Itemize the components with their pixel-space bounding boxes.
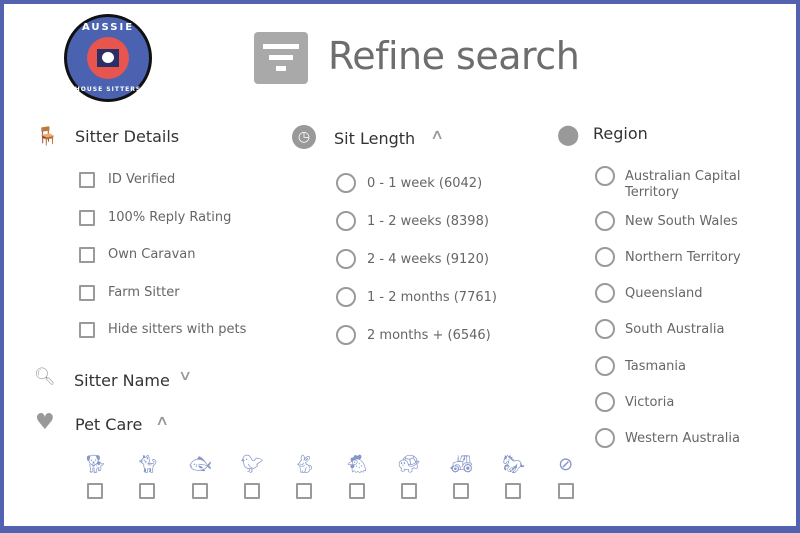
pet-reptile-checkbox[interactable] bbox=[400, 483, 417, 499]
region-radio[interactable] bbox=[595, 392, 615, 412]
reptile-icon: 🐢︎ bbox=[397, 454, 421, 475]
checkbox[interactable] bbox=[79, 247, 95, 263]
location-pin-icon: ⬤ bbox=[557, 122, 580, 146]
sit-length-radio[interactable] bbox=[336, 249, 356, 269]
sit-length-radio[interactable] bbox=[336, 287, 356, 307]
horse-icon: 🐎︎ bbox=[502, 454, 526, 475]
pet-bird-checkbox[interactable] bbox=[243, 483, 260, 499]
farm-icon: 🚜︎ bbox=[450, 454, 473, 475]
region-label: New South Wales bbox=[625, 214, 738, 229]
chevron-down-icon[interactable]: ∨ bbox=[178, 368, 192, 384]
search-icon: 🔍︎ bbox=[34, 367, 56, 387]
heart-icon: ♥ bbox=[35, 410, 55, 435]
pet-poultry-checkbox[interactable] bbox=[348, 483, 365, 499]
sit-length-label: 1 - 2 weeks (8398) bbox=[367, 214, 489, 229]
sitter-detail-label: Own Caravan bbox=[108, 247, 196, 262]
region-radio[interactable] bbox=[595, 166, 615, 186]
region-label: Queensland bbox=[625, 286, 703, 301]
region-label: Australian Capital Territory bbox=[625, 169, 741, 200]
sit-length-heading: Sit Length bbox=[334, 129, 416, 148]
checkbox[interactable] bbox=[79, 172, 95, 188]
checkbox[interactable] bbox=[79, 322, 95, 338]
sitter-detail-label: Farm Sitter bbox=[108, 284, 180, 300]
region-radio[interactable] bbox=[595, 319, 615, 339]
checkbox[interactable] bbox=[79, 209, 95, 226]
chevron-up-icon[interactable]: ∧ bbox=[155, 413, 169, 429]
region-radio[interactable] bbox=[595, 211, 615, 231]
sit-length-radio[interactable] bbox=[336, 211, 356, 231]
region-label: Tasmania bbox=[625, 359, 686, 374]
pet-care-toggle[interactable]: Pet Care bbox=[75, 415, 142, 434]
sitter-detail-label: Hide sitters with pets bbox=[108, 322, 247, 337]
sit-length-label: 2 - 4 weeks (9120) bbox=[367, 252, 489, 267]
pet-fish-checkbox[interactable] bbox=[191, 483, 208, 499]
rabbit-icon: 🐇︎ bbox=[293, 454, 317, 475]
fish-icon: 🐟︎ bbox=[188, 454, 212, 475]
sit-length-label: 2 months + (6546) bbox=[367, 328, 491, 343]
checkbox[interactable] bbox=[79, 284, 95, 301]
region-radio[interactable] bbox=[595, 356, 615, 376]
dog-icon: 🐕︎ bbox=[84, 454, 107, 475]
sitter-details-heading: Sitter Details bbox=[75, 127, 180, 146]
region-radio[interactable] bbox=[595, 247, 615, 267]
region-label: South Australia bbox=[625, 322, 725, 337]
filter-icon bbox=[254, 32, 308, 84]
chair-icon: 🪑 bbox=[36, 126, 59, 147]
sit-length-radio[interactable] bbox=[336, 173, 356, 193]
sit-length-radio[interactable] bbox=[336, 325, 356, 345]
aussie-house-sitters-logo: AUSSIE HOUSE SITTERS bbox=[64, 14, 152, 102]
sit-length-label: 1 - 2 months (7761) bbox=[367, 290, 497, 305]
sitter-detail-label: ID Verified bbox=[108, 172, 176, 187]
cat-icon: 🐈︎ bbox=[136, 454, 160, 475]
poultry-icon: 🐔︎ bbox=[345, 454, 369, 475]
pet-farm-checkbox[interactable] bbox=[453, 483, 470, 499]
region-label: Victoria bbox=[625, 395, 675, 410]
sitter-name-toggle[interactable]: Sitter Name bbox=[74, 371, 170, 390]
pet-dog-checkbox[interactable] bbox=[87, 483, 103, 499]
page-title: Refine search bbox=[328, 34, 580, 78]
sit-length-label: 0 - 1 week (6042) bbox=[367, 176, 483, 191]
none-icon: ⊘ bbox=[558, 454, 574, 475]
clock-icon: ◷ bbox=[292, 125, 316, 149]
region-label: Western Australia bbox=[625, 431, 740, 446]
pet-rabbit-checkbox[interactable] bbox=[296, 483, 313, 499]
region-radio[interactable] bbox=[595, 428, 615, 448]
pet-horse-checkbox[interactable] bbox=[505, 483, 522, 499]
sitter-detail-label: 100% Reply Rating bbox=[108, 209, 232, 225]
region-radio[interactable] bbox=[595, 283, 615, 303]
bird-icon: 🐦︎ bbox=[240, 454, 264, 475]
pet-cat-checkbox[interactable] bbox=[139, 483, 156, 499]
chevron-up-icon[interactable]: ∧ bbox=[430, 127, 444, 143]
region-label: Northern Territory bbox=[625, 250, 741, 265]
pet-none-checkbox[interactable] bbox=[557, 483, 574, 499]
region-heading: Region bbox=[593, 124, 648, 143]
